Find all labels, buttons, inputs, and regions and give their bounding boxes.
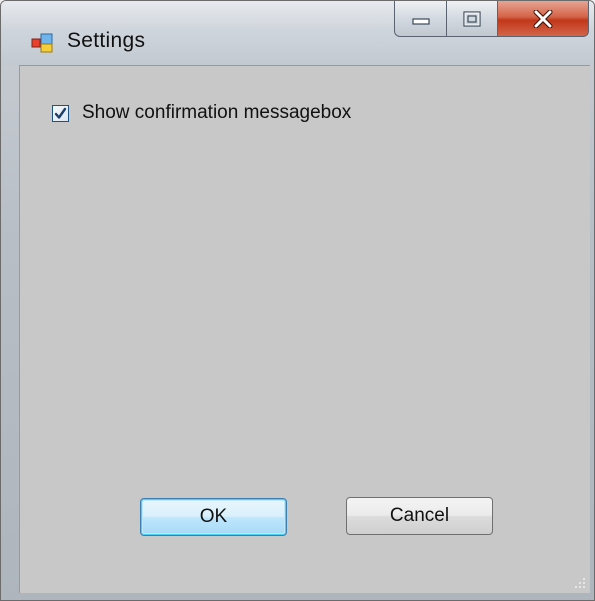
caption-buttons [394, 1, 594, 38]
show-confirmation-label: Show confirmation messagebox [82, 102, 352, 123]
app-icon [31, 33, 53, 53]
show-confirmation-checkbox[interactable] [52, 104, 69, 122]
checkmark-icon [54, 107, 67, 119]
maximize-icon [463, 10, 481, 27]
close-icon [533, 9, 553, 28]
settings-window: Settings Show confirmation messagebox OK… [0, 0, 595, 601]
minimize-icon [411, 17, 430, 25]
show-confirmation-option[interactable]: Show confirmation messagebox [52, 102, 351, 124]
maximize-button[interactable] [446, 1, 498, 37]
minimize-button[interactable] [394, 1, 447, 37]
dialog-client-area: Show confirmation messagebox OK Cancel [19, 65, 590, 593]
window-title: Settings [67, 29, 146, 52]
ok-button[interactable]: OK [140, 498, 287, 536]
title-bar[interactable]: Settings [1, 1, 594, 65]
cancel-button[interactable]: Cancel [346, 497, 493, 535]
resize-grip-icon[interactable] [574, 577, 586, 589]
close-button[interactable] [497, 1, 589, 37]
